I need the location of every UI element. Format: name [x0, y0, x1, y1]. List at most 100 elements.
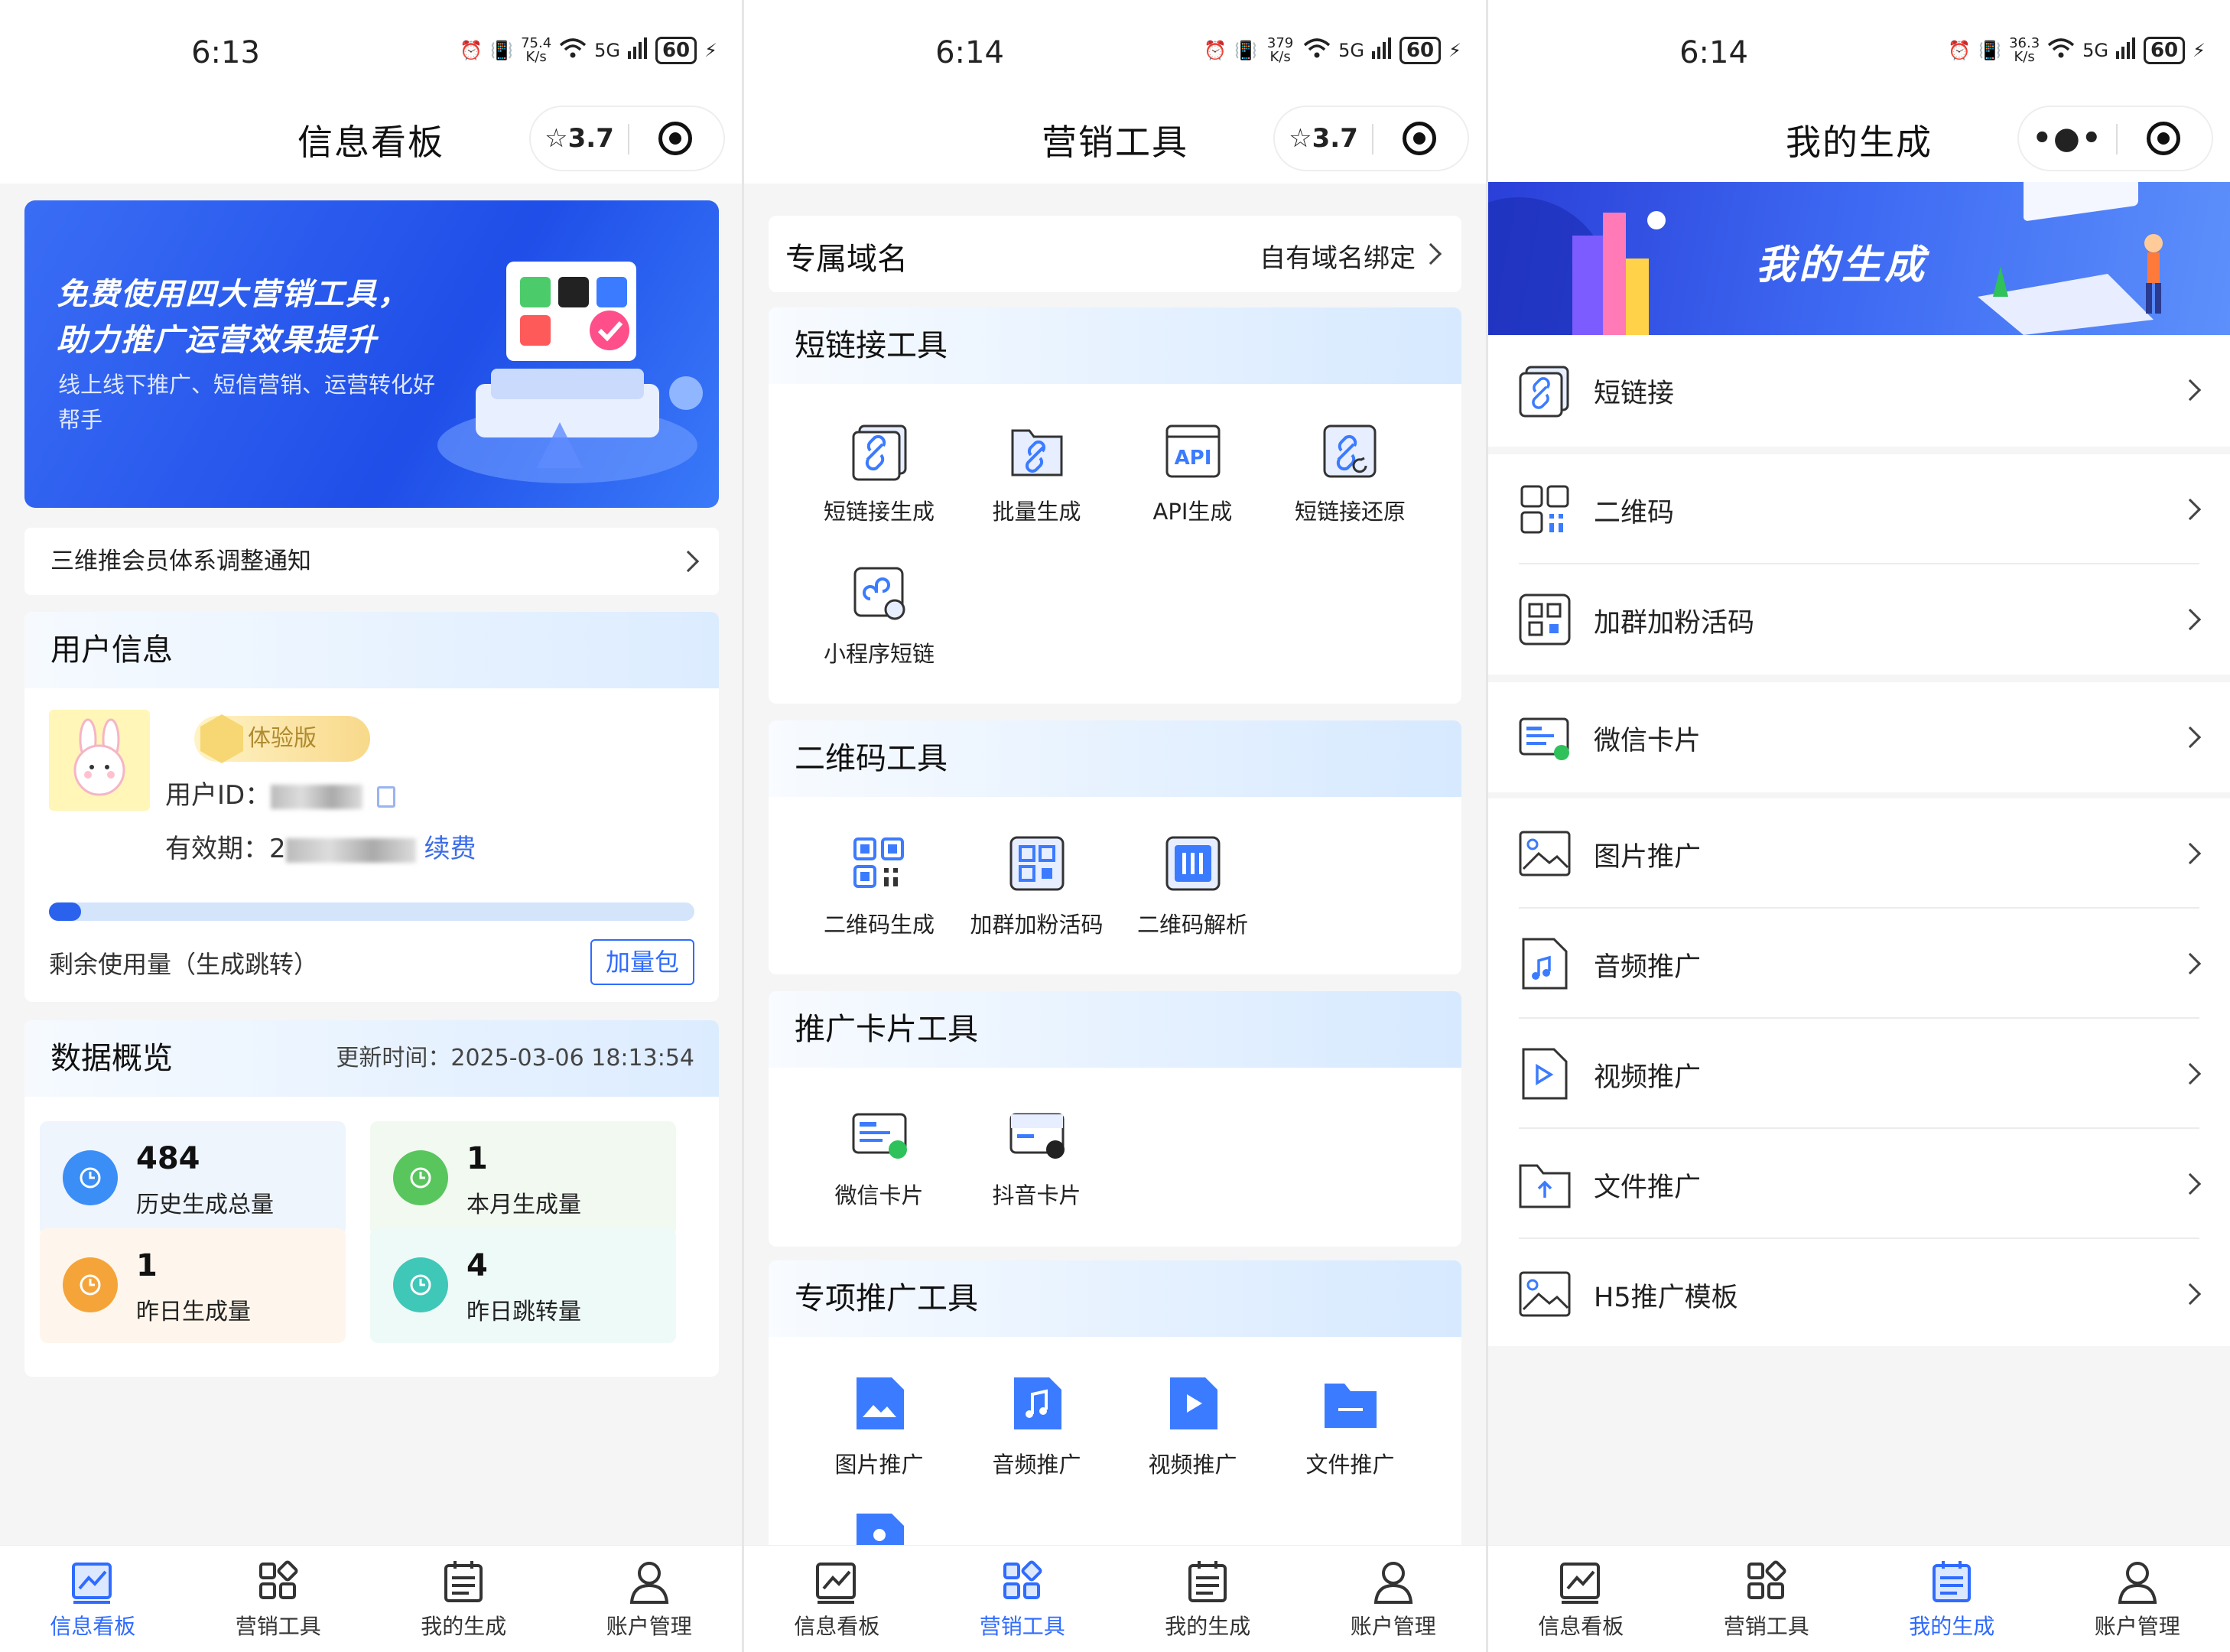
- chevron-right-icon: [2179, 952, 2202, 975]
- tool-douyin-card[interactable]: 抖音卡片: [958, 1100, 1115, 1210]
- notice-row[interactable]: 三维推会员体系调整通知: [24, 528, 719, 595]
- wechat-card-icon: [1519, 717, 1569, 760]
- chevron-right-icon: [2179, 379, 2202, 402]
- item-qrcode[interactable]: 二维码: [1488, 454, 2230, 564]
- tool-batch-generate[interactable]: 批量生成: [958, 416, 1115, 526]
- link-icon: [1519, 366, 1569, 418]
- history-icon: [63, 1150, 118, 1205]
- tab-tools[interactable]: 营销工具: [1674, 1546, 1860, 1652]
- nav-bar: 信息看板 ☆ 3.7: [0, 99, 742, 184]
- section-title: 二维码工具: [769, 720, 1461, 797]
- tab-tools[interactable]: 营销工具: [930, 1546, 1116, 1652]
- diamond-icon: [200, 714, 243, 763]
- short-link-tools: 短链接工具 短链接生成 批量生成 API API生成 短链接还原 小程序短链: [769, 307, 1461, 704]
- tab-dashboard[interactable]: 信息看板: [1488, 1546, 1674, 1652]
- tab-account[interactable]: 账户管理: [557, 1546, 743, 1652]
- alarm-icon: ⏰: [1204, 40, 1227, 61]
- renew-link[interactable]: 续费: [424, 834, 476, 864]
- stat-label: 本月生成量: [466, 1192, 581, 1218]
- expire-date-blurred: [285, 837, 416, 863]
- avatar[interactable]: [49, 710, 150, 811]
- tool-audio-promo[interactable]: 音频推广: [958, 1369, 1115, 1479]
- vibrate-icon: 📳: [1234, 40, 1258, 61]
- notice-text: 三维推会员体系调整通知: [50, 548, 311, 575]
- tool-mini-program-link[interactable]: 小程序短链: [801, 558, 957, 668]
- folder-icon: [1316, 1369, 1385, 1438]
- api-icon: API: [1159, 416, 1227, 485]
- membership-badge: 体验版: [194, 714, 370, 763]
- tab-tools[interactable]: 营销工具: [186, 1546, 372, 1652]
- douyin-card-icon: [1003, 1100, 1071, 1169]
- tab-dashboard[interactable]: 信息看板: [744, 1546, 930, 1652]
- stat-value: 4: [466, 1248, 488, 1283]
- tool-short-link-restore[interactable]: 短链接还原: [1272, 416, 1429, 526]
- rating-button[interactable]: ☆ 3.7: [531, 107, 628, 170]
- promo-banner[interactable]: 免费使用四大营销工具， 助力推广运营效果提升 线上线下推广、短信营销、运营转化好…: [24, 200, 719, 508]
- chevron-right-icon: [2179, 1283, 2202, 1306]
- network-speed: 379 K/s: [1266, 35, 1294, 65]
- item-wechat-card[interactable]: 微信卡片: [1488, 682, 2230, 792]
- tab-account[interactable]: 账户管理: [2045, 1546, 2230, 1652]
- section-title: 专项推广工具: [769, 1260, 1461, 1337]
- tab-dashboard[interactable]: 信息看板: [0, 1546, 186, 1652]
- banner-line2: 助力推广运营效果提升: [57, 323, 378, 358]
- expire-row: 有效期：2 续费: [165, 834, 476, 864]
- item-group-qrcode[interactable]: 加群加粉活码: [1488, 564, 2230, 675]
- target-icon: [658, 122, 692, 155]
- signal-5g: 5G: [594, 40, 620, 61]
- status-bar: 6:13 ⏰ 📳 75.4 K/s 5G 60 ⚡: [0, 0, 742, 107]
- tool-short-link-generate[interactable]: 短链接生成: [801, 416, 957, 526]
- item-short-link[interactable]: 短链接: [1488, 335, 2230, 445]
- clock-icon: [393, 1150, 448, 1205]
- item-image-promo[interactable]: 图片推广: [1488, 798, 2230, 909]
- star-icon: ☆: [544, 123, 568, 154]
- more-dots-icon: •●•: [2032, 121, 2103, 156]
- wifi-icon: [559, 37, 587, 63]
- tool-api-generate[interactable]: API API生成: [1114, 416, 1271, 526]
- tool-group-qrcode[interactable]: 加群加粉活码: [958, 829, 1115, 939]
- mini-program-icon: [845, 558, 914, 627]
- tab-generated[interactable]: 我的生成: [371, 1546, 557, 1652]
- item-h5-template[interactable]: H5推广模板: [1488, 1239, 2230, 1349]
- card-tools: 推广卡片工具 微信卡片 抖音卡片: [769, 991, 1461, 1247]
- item-video-promo[interactable]: 视频推广: [1488, 1019, 2230, 1129]
- tool-qrcode-parse[interactable]: 二维码解析: [1114, 829, 1271, 939]
- tool-qrcode-generate[interactable]: 二维码生成: [801, 829, 957, 939]
- menu-capsule: •●•: [2017, 106, 2213, 171]
- dashboard-icon: [816, 1563, 857, 1604]
- signal-bars-icon: [1371, 37, 1392, 63]
- dashboard-icon: [1560, 1563, 1601, 1604]
- item-audio-promo[interactable]: 音频推广: [1488, 909, 2230, 1019]
- add-package-button[interactable]: 加量包: [590, 939, 694, 985]
- more-button[interactable]: •●•: [2019, 107, 2116, 170]
- group-short-link: 短链接: [1488, 335, 2230, 447]
- close-target-button[interactable]: [2115, 107, 2212, 170]
- target-icon: [1402, 122, 1436, 155]
- copy-icon[interactable]: [377, 785, 396, 808]
- user-id-blurred: [271, 784, 363, 809]
- audio-file-icon: [1522, 938, 1568, 990]
- tab-account[interactable]: 账户管理: [1301, 1546, 1487, 1652]
- tool-file-promo[interactable]: 文件推广: [1272, 1369, 1429, 1479]
- close-target-button[interactable]: [626, 107, 723, 170]
- domain-title: 专属域名: [785, 242, 908, 277]
- tool-video-promo[interactable]: 视频推广: [1114, 1369, 1271, 1479]
- tool-image-promo[interactable]: 图片推广: [801, 1369, 957, 1479]
- usage-progress-fill: [49, 902, 82, 921]
- tool-wechat-card[interactable]: 微信卡片: [801, 1100, 957, 1210]
- chevron-right-icon: [2179, 1062, 2202, 1085]
- rating-button[interactable]: ☆ 3.7: [1275, 107, 1372, 170]
- tab-generated[interactable]: 我的生成: [1859, 1546, 2045, 1652]
- close-target-button[interactable]: [1370, 107, 1468, 170]
- custom-domain-row[interactable]: 专属域名 自有域名绑定: [769, 216, 1461, 292]
- user-info-title: 用户信息: [24, 612, 719, 688]
- tab-generated[interactable]: 我的生成: [1115, 1546, 1301, 1652]
- item-file-promo[interactable]: 文件推广: [1488, 1129, 2230, 1239]
- battery-level: 60: [1399, 37, 1442, 64]
- chevron-right-icon: [2179, 726, 2202, 749]
- wechat-card-icon: [845, 1100, 914, 1169]
- banner-line3: 线上线下推广、短信营销、运营转化好帮手: [58, 372, 436, 433]
- star-icon: ☆: [1289, 123, 1312, 154]
- domain-bind-link[interactable]: 自有域名绑定: [1260, 237, 1416, 275]
- signal-bars-icon: [627, 37, 648, 63]
